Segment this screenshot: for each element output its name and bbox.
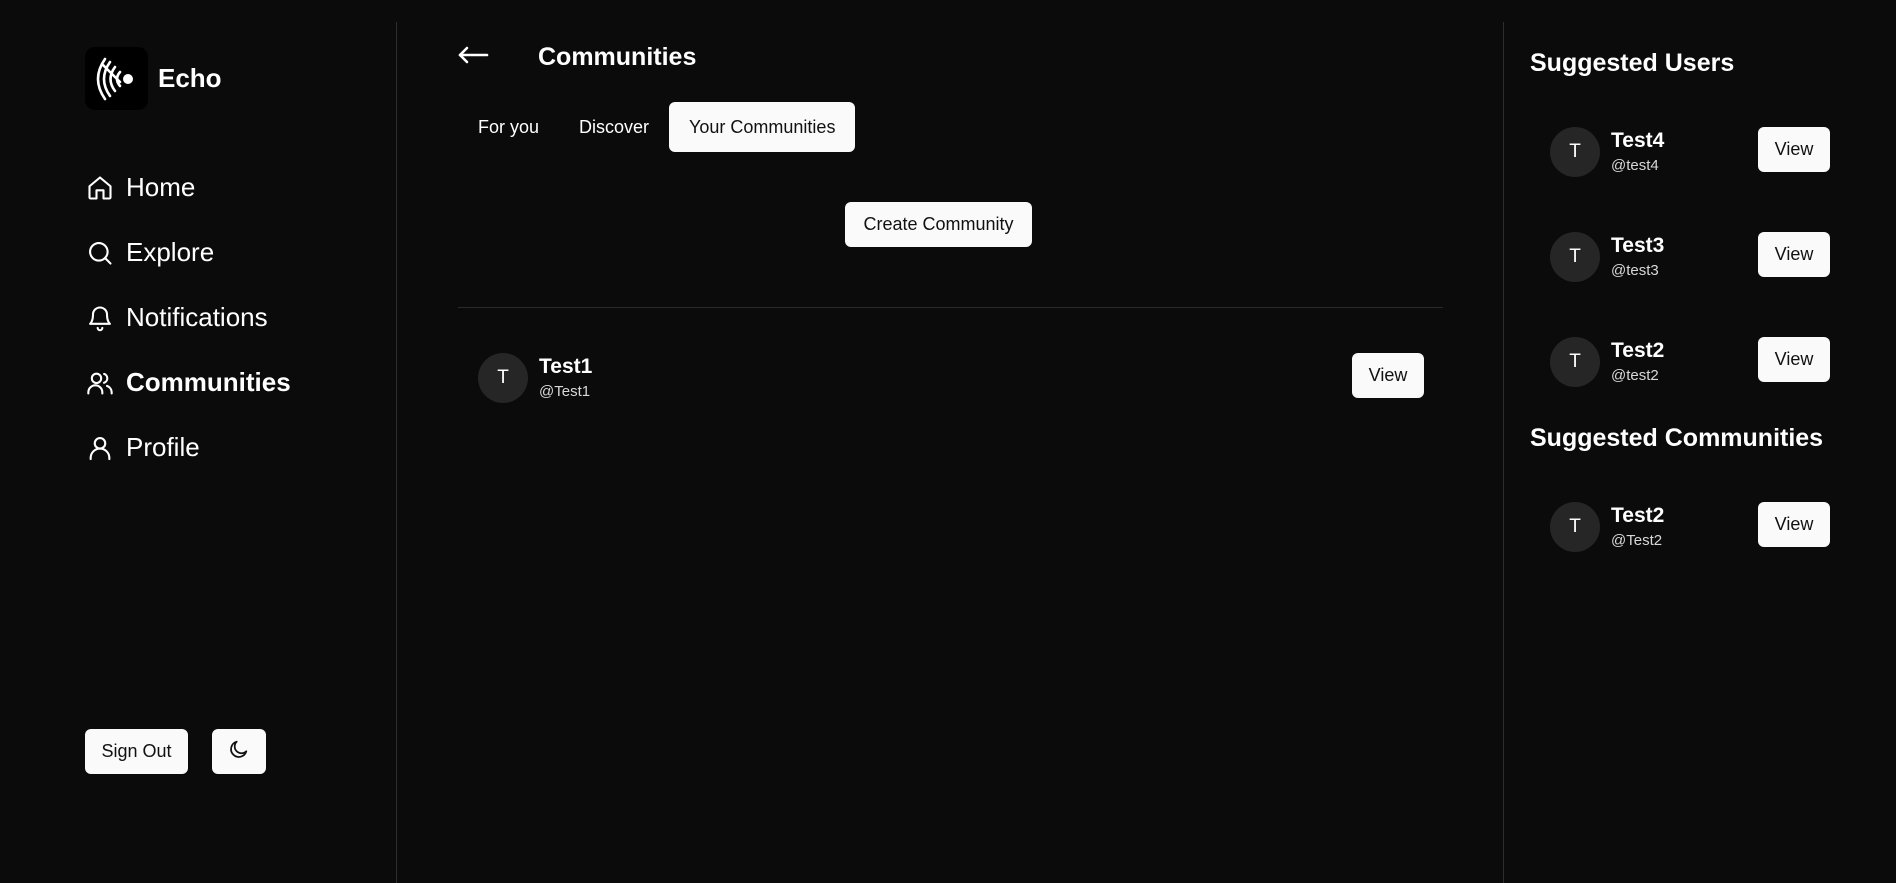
- view-user-button[interactable]: View: [1758, 127, 1830, 172]
- page-title: Communities: [538, 42, 697, 71]
- back-button[interactable]: [456, 40, 490, 74]
- sign-out-button[interactable]: Sign Out: [85, 729, 188, 774]
- tab-your-communities[interactable]: Your Communities: [669, 102, 856, 152]
- moon-icon: [228, 738, 250, 765]
- avatar[interactable]: T: [1550, 337, 1600, 387]
- suggested-communities-title: Suggested Communities: [1530, 424, 1824, 452]
- tab-discover[interactable]: Discover: [559, 102, 669, 152]
- suggested-user-item: T Test4 @test4 View: [1550, 127, 1830, 177]
- suggested-users-title: Suggested Users: [1530, 49, 1735, 77]
- theme-toggle-button[interactable]: [212, 729, 266, 774]
- user-handle: @test3: [1611, 262, 1659, 279]
- suggested-community-item: T Test2 @Test2 View: [1550, 502, 1830, 552]
- user-name: Test2: [1611, 339, 1665, 362]
- nav-label-notifications: Notifications: [126, 302, 268, 332]
- community-name: Test2: [1611, 504, 1665, 527]
- view-user-button[interactable]: View: [1758, 232, 1830, 277]
- view-user-button[interactable]: View: [1758, 337, 1830, 382]
- suggested-user-item: T Test3 @test3 View: [1550, 232, 1830, 282]
- community-handle: @Test2: [1611, 532, 1663, 549]
- tab-for-you[interactable]: For you: [458, 102, 559, 152]
- home-icon: [85, 173, 115, 203]
- nav-item-explore[interactable]: Explore: [85, 220, 291, 285]
- brand-name: Echo: [158, 63, 222, 93]
- sidebar-divider: [396, 22, 397, 883]
- avatar[interactable]: T: [1550, 127, 1600, 177]
- bell-icon: [85, 303, 115, 333]
- app-root: Echo Home Explore Notifications Communit…: [0, 0, 1896, 883]
- nav-label-explore: Explore: [126, 237, 215, 267]
- suggested-user-item: T Test2 @test2 View: [1550, 337, 1830, 387]
- sidebar: Echo Home Explore Notifications Communit…: [0, 0, 397, 883]
- user-icon: [85, 433, 115, 463]
- community-handle: @Test1: [539, 383, 591, 400]
- view-community-button[interactable]: View: [1758, 502, 1830, 547]
- create-community-button[interactable]: Create Community: [845, 202, 1032, 247]
- echo-logo-icon: [85, 47, 148, 110]
- nav-label-home: Home: [126, 172, 196, 202]
- brand[interactable]: Echo: [85, 47, 222, 110]
- main-header: Communities: [456, 40, 696, 74]
- view-community-button[interactable]: View: [1352, 353, 1424, 398]
- avatar[interactable]: T: [478, 353, 528, 403]
- users-icon: [85, 368, 115, 398]
- search-icon: [85, 238, 115, 268]
- nav-item-notifications[interactable]: Notifications: [85, 285, 291, 350]
- user-name: Test3: [1611, 234, 1665, 257]
- community-tabs: For you Discover Your Communities: [458, 102, 856, 152]
- user-handle: @test4: [1611, 157, 1659, 174]
- nav-item-home[interactable]: Home: [85, 155, 291, 220]
- right-panel-divider: [1503, 22, 1504, 883]
- arrow-left-icon: [457, 45, 489, 70]
- user-handle: @test2: [1611, 367, 1659, 384]
- nav-label-communities: Communities: [126, 367, 291, 397]
- main-nav: Home Explore Notifications Communities P…: [85, 155, 291, 480]
- nav-label-profile: Profile: [126, 432, 200, 462]
- nav-item-communities[interactable]: Communities: [85, 350, 291, 415]
- content-divider: [458, 307, 1443, 308]
- avatar[interactable]: T: [1550, 232, 1600, 282]
- nav-item-profile[interactable]: Profile: [85, 415, 291, 480]
- user-name: Test4: [1611, 129, 1665, 152]
- community-list-item: T Test1 @Test1 View: [478, 353, 1424, 403]
- community-name: Test1: [539, 355, 593, 378]
- avatar[interactable]: T: [1550, 502, 1600, 552]
